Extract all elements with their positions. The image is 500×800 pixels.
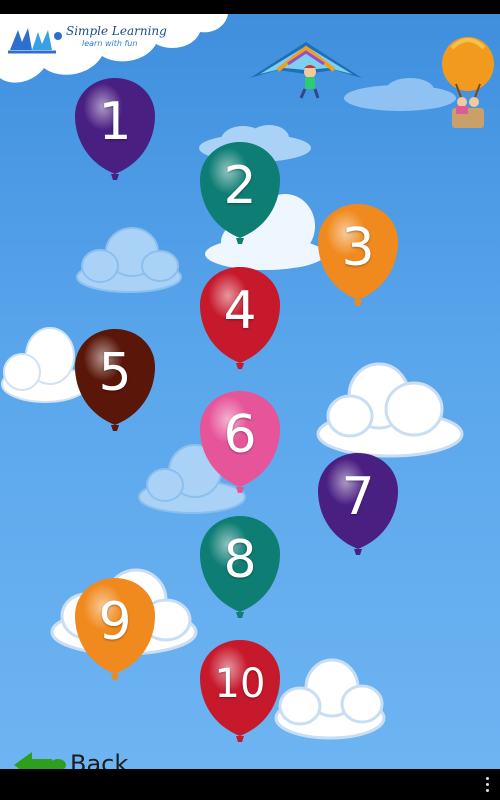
- cloud-decoration: [316, 362, 464, 458]
- logo-tagline: learn with fun: [82, 39, 138, 48]
- cloud-decoration: [274, 658, 386, 740]
- balloon-2-label: 2: [223, 156, 257, 216]
- balloon-5-label: 5: [98, 343, 132, 403]
- balloon-4-label: 4: [223, 281, 257, 341]
- hang-glider-character: [250, 42, 362, 99]
- back-arrow-icon: [14, 752, 66, 769]
- balloon-6[interactable]: 6: [200, 389, 286, 497]
- back-button[interactable]: Back: [12, 748, 152, 769]
- logo-hands-icon: [8, 28, 62, 54]
- balloon-1[interactable]: 1: [75, 76, 161, 184]
- game-screen: Simple Learning learn with fun 1 2 3 4 5…: [0, 14, 500, 769]
- balloon-3[interactable]: 3: [318, 202, 404, 310]
- hot-air-balloon-character: [442, 37, 494, 128]
- system-nav-bar: [0, 769, 500, 800]
- balloon-10[interactable]: 10: [200, 638, 286, 746]
- balloon-8[interactable]: 8: [200, 514, 286, 622]
- balloon-6-label: 6: [223, 405, 257, 465]
- back-button-label: Back: [70, 750, 129, 769]
- balloon-5[interactable]: 5: [75, 327, 161, 435]
- balloon-7-label: 7: [341, 467, 375, 527]
- logo-title: Simple Learning: [66, 24, 167, 38]
- status-bar: [0, 0, 500, 14]
- cloud-decoration: [76, 227, 182, 293]
- balloon-3-label: 3: [341, 218, 375, 278]
- app-logo: Simple Learning learn with fun: [6, 22, 186, 62]
- balloon-1-label: 1: [98, 92, 132, 152]
- balloon-8-label: 8: [223, 530, 257, 590]
- overflow-menu-icon[interactable]: [486, 777, 490, 795]
- balloon-7[interactable]: 7: [318, 451, 404, 559]
- balloon-4[interactable]: 4: [200, 265, 286, 373]
- balloon-10-label: 10: [214, 661, 266, 707]
- balloon-9-label: 9: [98, 592, 132, 652]
- balloon-9[interactable]: 9: [75, 576, 161, 684]
- balloon-2[interactable]: 2: [200, 140, 286, 248]
